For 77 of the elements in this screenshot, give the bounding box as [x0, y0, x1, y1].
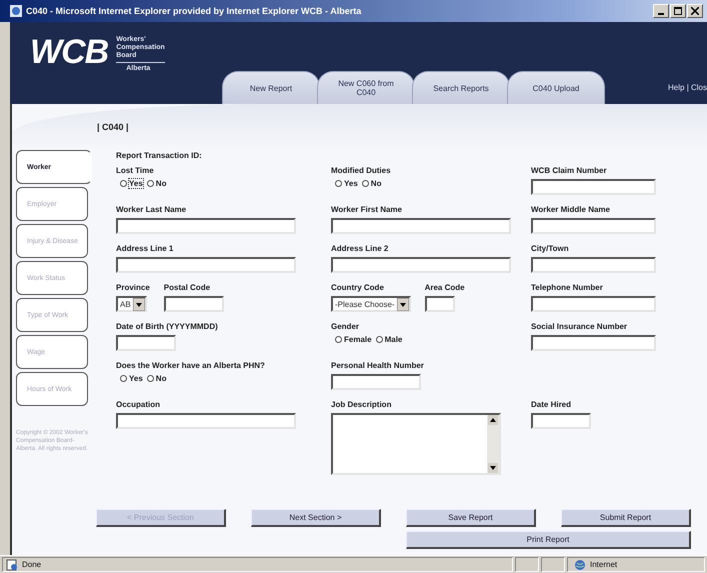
status-panel: [515, 557, 539, 572]
text-field[interactable]: [531, 413, 591, 429]
form-button[interactable]: Print Report: [406, 531, 691, 549]
radio-option[interactable]: No: [362, 179, 382, 188]
zone-text: Internet: [590, 560, 618, 569]
field-label: Worker First Name: [331, 204, 403, 215]
browser-icon: [10, 5, 22, 17]
form-button[interactable]: Next Section >: [251, 509, 381, 527]
field-label: Date of Birth (YYYYMMDD): [116, 321, 218, 332]
field-label: Social Insurance Number: [531, 321, 628, 332]
form-code: | C040 |: [97, 122, 129, 132]
text-field[interactable]: [531, 218, 656, 234]
text-field[interactable]: [531, 296, 656, 312]
field-label: WCB Claim Number: [531, 165, 608, 176]
minimize-button[interactable]: [653, 4, 669, 18]
status-panel: [541, 557, 565, 572]
text-field[interactable]: [164, 296, 224, 312]
field-label: Report Transaction ID:: [116, 150, 202, 161]
radio-option[interactable]: Yes: [335, 179, 358, 188]
field-label: Job Description: [331, 399, 392, 410]
status-text: Done: [22, 560, 42, 569]
text-field[interactable]: [331, 257, 511, 273]
text-field[interactable]: [116, 413, 296, 429]
text-field[interactable]: [531, 257, 656, 273]
dropdown[interactable]: -Please Choose-: [331, 296, 411, 312]
dropdown[interactable]: AB: [116, 296, 147, 312]
field-label: Occupation: [116, 399, 162, 410]
field-label: Area Code: [424, 282, 465, 293]
text-field[interactable]: [531, 335, 656, 351]
field-label: Postal Code: [164, 282, 212, 293]
field-label: Worker Last Name: [116, 204, 188, 215]
field-label: Modified Duties: [331, 165, 391, 176]
radio-option[interactable]: No: [146, 374, 166, 383]
radio-option[interactable]: Yes: [120, 179, 143, 188]
page-icon: [6, 558, 18, 570]
nav-tab[interactable]: C040 Upload: [507, 71, 605, 104]
radio-option[interactable]: Male: [376, 335, 402, 344]
text-field[interactable]: [116, 218, 296, 234]
radio-option[interactable]: Female: [335, 335, 372, 344]
text-field[interactable]: [116, 335, 176, 351]
field-label: Address Line 2: [331, 243, 390, 254]
nav-tab[interactable]: Search Reports: [412, 71, 510, 104]
text-area[interactable]: [331, 413, 501, 475]
field-label: Lost Time: [116, 165, 155, 176]
field-label: Telephone Number: [531, 282, 604, 293]
dropdown-arrow-icon[interactable]: [396, 298, 409, 310]
text-field[interactable]: [331, 374, 421, 390]
text-field[interactable]: [424, 296, 455, 312]
field-label: Worker Middle Name: [531, 204, 611, 215]
field-label: City/Town: [531, 243, 570, 254]
window-title: C040 - Microsoft Internet Explorer provided by Internet Explorer WCB - Alberta: [26, 6, 362, 16]
maximize-button[interactable]: [670, 4, 686, 18]
scroll-up-icon[interactable]: [488, 415, 498, 425]
text-field[interactable]: [116, 257, 296, 273]
field-label: Province: [116, 282, 150, 293]
field-label: Country Code: [331, 282, 385, 293]
text-field[interactable]: [531, 179, 656, 195]
dropdown-arrow-icon[interactable]: [132, 298, 145, 310]
field-label: Address Line 1: [116, 243, 174, 254]
form-button[interactable]: Save Report: [406, 509, 536, 527]
field-label: Gender: [331, 321, 360, 332]
text-field[interactable]: [331, 218, 511, 234]
radio-option[interactable]: No: [146, 179, 166, 188]
field-label: Does the Worker have an Alberta PHN?: [116, 360, 265, 371]
form-button[interactable]: Submit Report: [561, 509, 691, 527]
nav-tab[interactable]: New C060 from C040: [317, 71, 415, 104]
close-button[interactable]: [687, 4, 703, 18]
globe-icon: [574, 558, 586, 570]
scroll-down-icon[interactable]: [488, 463, 498, 473]
nav-tab[interactable]: New Report: [222, 71, 320, 104]
help-close-links[interactable]: Help | Clos: [668, 83, 707, 92]
field-label: Personal Health Number: [331, 360, 424, 371]
maximize-icon: [674, 7, 682, 15]
logo-mark: WCB: [30, 32, 108, 73]
close-icon: [691, 7, 699, 15]
radio-option[interactable]: Yes: [120, 374, 143, 383]
field-label: Date Hired: [531, 399, 572, 410]
